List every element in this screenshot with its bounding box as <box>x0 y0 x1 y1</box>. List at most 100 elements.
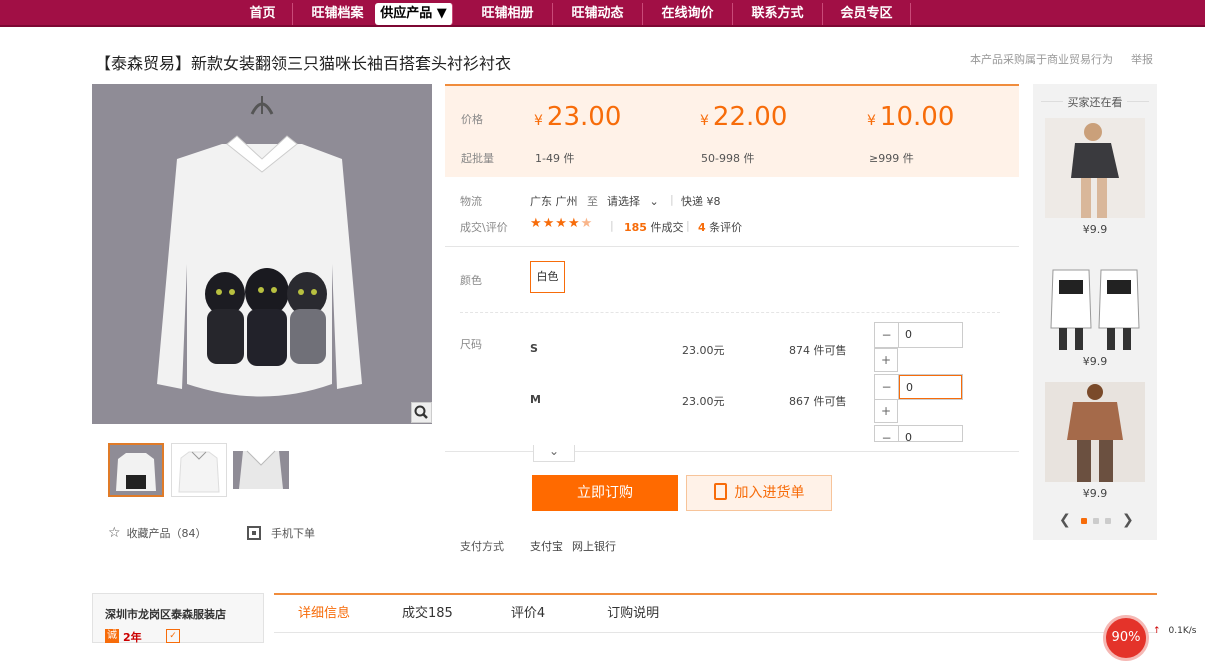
product-title: 【泰森贸易】新款女装翻领三只猫咪长袖百搭套头衬衫衬衣 <box>95 54 512 73</box>
carousel-dot[interactable] <box>1093 518 1099 524</box>
size-stock-s: 874 件可售 <box>789 344 847 357</box>
color-label: 颜色 <box>460 274 482 287</box>
quantity-input-s[interactable]: 0 <box>899 323 962 347</box>
thumbnail-1[interactable] <box>108 443 164 497</box>
sold-count[interactable]: 185 件成交 <box>624 219 683 235</box>
network-rate: ↑ 0.1K/s <box>1153 626 1197 636</box>
quantity-stepper-next: − 0 <box>874 425 963 442</box>
recommend-item-2-image[interactable] <box>1045 250 1145 350</box>
divider: | <box>670 193 674 206</box>
shop-name[interactable]: 深圳市龙岗区泰森服装店 <box>105 606 226 622</box>
chevron-down-icon: ⌄ <box>649 195 659 208</box>
range-tier-3: ≥999 件 <box>869 152 914 165</box>
moq-label: 起批量 <box>461 152 494 165</box>
main-product-image[interactable] <box>92 84 432 424</box>
mobile-order-label: 手机下单 <box>271 527 315 540</box>
destination-select[interactable]: 请选择 ⌄ <box>607 193 659 209</box>
favorite-label: 收藏产品（84） <box>126 527 207 540</box>
size-name-s: S <box>530 342 538 355</box>
verified-icon: ✓ <box>166 629 180 643</box>
price-tier-2: ¥22.00 <box>700 102 788 132</box>
nav-inquiry[interactable]: 在线询价 <box>643 3 733 25</box>
minus-icon[interactable]: − <box>875 323 899 347</box>
quantity-input-next[interactable]: 0 <box>899 426 962 441</box>
shop-info: 深圳市龙岗区泰森服装店 诚 2年 ✓ <box>92 593 264 644</box>
nav-member[interactable]: 会员专区 <box>823 3 911 25</box>
clipboard-icon <box>713 483 727 500</box>
tab-order-notes[interactable]: 订购说明 <box>607 595 659 632</box>
recommend-item-1-image[interactable] <box>1045 118 1145 218</box>
size-stock-m: 867 件可售 <box>789 395 847 408</box>
shirt-illustration <box>92 84 432 424</box>
chevron-right-icon[interactable]: ❯ <box>1122 512 1134 528</box>
price-box: 价格 起批量 ¥23.00 1-49 件 ¥22.00 50-998 件 ¥10… <box>445 84 1019 177</box>
recommend-item-3-price: ¥9.9 <box>1082 487 1108 500</box>
tab-deals[interactable]: 成交185 <box>402 595 453 632</box>
payment-method-alipay: 支付宝 <box>530 540 563 553</box>
nav-contact[interactable]: 联系方式 <box>733 3 823 25</box>
add-to-cart-button[interactable]: 加入进货单 <box>686 475 832 511</box>
recommend-sidebar: 买家还在看 ¥9.9 ¥9.9 ¥9.9 ❮ ❯ <box>1033 84 1157 540</box>
color-option-white[interactable]: 白色 <box>530 261 565 293</box>
minus-icon[interactable]: − <box>875 375 899 399</box>
deals-label: 成交\评价 <box>460 221 508 234</box>
top-nav-bar: 首页 旺铺档案 供应产品 ▼ 旺铺相册 旺铺动态 在线询价 联系方式 会员专区 <box>0 0 1205 27</box>
favorite-button[interactable]: ☆ 收藏产品（84） <box>108 525 207 541</box>
carousel-dot-active[interactable] <box>1081 518 1087 524</box>
thumbnail-3[interactable] <box>233 443 289 497</box>
price-tier-1: ¥23.00 <box>534 102 622 132</box>
size-price-m: 23.00元 <box>682 395 725 408</box>
nav-home[interactable]: 首页 <box>233 3 293 25</box>
payment-label: 支付方式 <box>460 540 504 553</box>
divider: | <box>686 219 690 232</box>
payment-method-bank: 网上银行 <box>572 540 616 553</box>
plus-icon[interactable]: + <box>874 348 898 372</box>
quantity-stepper-m: − 0 <box>874 374 963 400</box>
separator <box>445 451 1019 452</box>
chevron-left-icon[interactable]: ❮ <box>1059 512 1071 528</box>
express-fee: 快递 ¥8 <box>681 195 721 208</box>
size-price-s: 23.00元 <box>682 344 725 357</box>
expand-sizes-chevron-icon[interactable]: ⌄ <box>533 445 575 462</box>
up-arrow-icon: ↑ <box>1153 626 1161 636</box>
thumbnail-2[interactable] <box>171 443 227 497</box>
separator <box>445 246 1019 247</box>
range-tier-2: 50-998 件 <box>701 152 755 165</box>
recommend-item-2-price: ¥9.9 <box>1082 355 1108 368</box>
quantity-input-m[interactable]: 0 <box>899 375 962 399</box>
detail-tabs: 详细信息 成交185 评价4 订购说明 <box>274 593 1157 633</box>
nav-products[interactable]: 供应产品 ▼ <box>375 3 453 25</box>
logistics-label: 物流 <box>460 195 482 208</box>
top-nav: 首页 旺铺档案 供应产品 ▼ 旺铺相册 旺铺动态 在线询价 联系方式 会员专区 <box>233 3 911 25</box>
plus-icon[interactable]: + <box>874 399 898 423</box>
tab-details[interactable]: 详细信息 <box>298 595 350 632</box>
speed-widget[interactable]: 90% <box>1103 615 1149 661</box>
buy-now-button[interactable]: 立即订购 <box>532 475 678 511</box>
qr-code-icon <box>247 526 261 540</box>
range-tier-1: 1-49 件 <box>535 152 575 165</box>
nav-shop-profile[interactable]: 旺铺档案 <box>293 3 383 25</box>
trade-notice: 本产品采购属于商业贸易行为 <box>970 53 1113 66</box>
report-link[interactable]: 举报 <box>1131 51 1153 67</box>
recommend-item-1-price: ¥9.9 <box>1082 223 1108 236</box>
logistics-from: 广东 广州 <box>530 195 578 208</box>
recommend-item-3-image[interactable] <box>1045 382 1145 482</box>
review-count[interactable]: 4 条评价 <box>698 219 742 235</box>
size-label: 尺码 <box>460 338 482 351</box>
quantity-stepper-s: − 0 <box>874 322 963 348</box>
zoom-icon[interactable] <box>411 402 432 423</box>
separator <box>460 312 1000 313</box>
tab-reviews[interactable]: 评价4 <box>511 595 545 632</box>
carousel-dot[interactable] <box>1105 518 1111 524</box>
star-outline-icon: ☆ <box>108 525 121 541</box>
minus-icon[interactable]: − <box>875 426 899 441</box>
integrity-badge-icon: 诚 <box>105 629 119 643</box>
nav-album[interactable]: 旺铺相册 <box>463 3 553 25</box>
sidebar-title: 买家还在看 <box>1063 94 1127 110</box>
rating-stars-icon: ★★★★★ <box>530 216 594 231</box>
divider: | <box>610 219 614 232</box>
logistics-to-label: 至 <box>587 195 598 208</box>
nav-news[interactable]: 旺铺动态 <box>553 3 643 25</box>
mobile-order-button[interactable]: 手机下单 <box>247 525 315 541</box>
price-label: 价格 <box>461 113 483 126</box>
